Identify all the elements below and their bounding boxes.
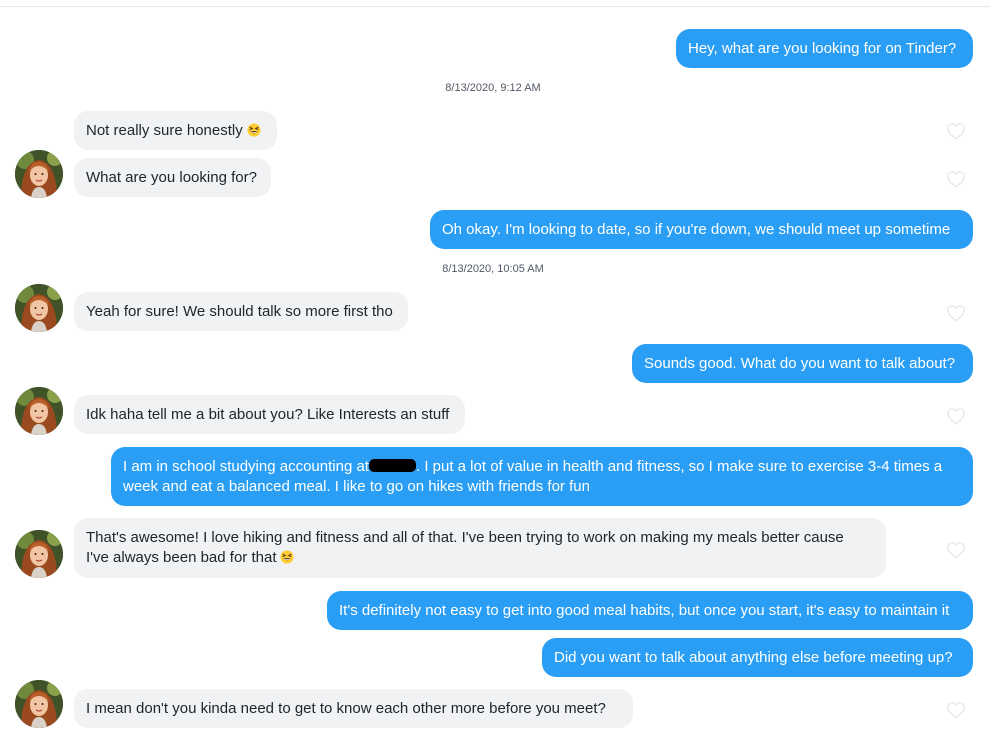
- timestamp: 8/13/2020, 9:12 AM: [445, 82, 541, 94]
- message-text: Hey, what are you looking for on Tinder?: [688, 40, 957, 57]
- timestamp: 8/13/2020, 10:05 AM: [442, 263, 544, 275]
- message-text: I mean don't you kinda need to get to kn…: [86, 700, 606, 717]
- message-text: Sounds good. What do you want to talk ab…: [644, 355, 956, 372]
- heart-outline-icon[interactable]: [946, 701, 966, 719]
- message-text: Idk haha tell me a bit about you? Like I…: [86, 406, 450, 423]
- message-incoming[interactable]: I mean don't you kinda need to get to kn…: [74, 689, 633, 728]
- message-incoming[interactable]: That's awesome! I love hiking and fitnes…: [74, 518, 886, 578]
- heart-outline-icon[interactable]: [946, 407, 966, 425]
- message-text: Not really sure honestly: [86, 122, 243, 139]
- match-avatar[interactable]: [15, 284, 63, 332]
- heart-outline-icon[interactable]: [946, 122, 966, 140]
- message-outgoing[interactable]: Sounds good. What do you want to talk ab…: [632, 344, 973, 383]
- message-incoming[interactable]: What are you looking for?: [74, 158, 271, 197]
- message-outgoing[interactable]: I am in school studying accounting at. I…: [111, 447, 973, 506]
- heart-outline-icon[interactable]: [946, 304, 966, 322]
- message-outgoing[interactable]: Did you want to talk about anything else…: [542, 638, 973, 677]
- message-text-start: I am in school studying accounting at: [123, 458, 369, 475]
- heart-outline-icon[interactable]: [946, 541, 966, 559]
- message-outgoing[interactable]: Oh okay. I'm looking to date, so if you'…: [430, 210, 973, 249]
- grinning-squint-emoji: [280, 550, 294, 564]
- match-avatar[interactable]: [15, 387, 63, 435]
- message-outgoing[interactable]: It's definitely not easy to get into goo…: [327, 591, 973, 630]
- message-outgoing[interactable]: Hey, what are you looking for on Tinder?: [676, 29, 973, 68]
- match-avatar[interactable]: [15, 150, 63, 198]
- header-divider: [0, 6, 990, 7]
- grinning-squint-emoji: [247, 123, 261, 137]
- heart-outline-icon[interactable]: [946, 170, 966, 188]
- message-text: Oh okay. I'm looking to date, so if you'…: [442, 221, 951, 238]
- message-text: Yeah for sure! We should talk so more fi…: [86, 303, 393, 320]
- message-incoming[interactable]: Idk haha tell me a bit about you? Like I…: [74, 395, 465, 434]
- match-avatar[interactable]: [15, 530, 63, 578]
- message-incoming[interactable]: Not really sure honestly: [74, 111, 277, 150]
- message-text: What are you looking for?: [86, 169, 257, 186]
- message-text: Did you want to talk about anything else…: [554, 649, 953, 666]
- match-avatar[interactable]: [15, 680, 63, 728]
- message-incoming[interactable]: Yeah for sure! We should talk so more fi…: [74, 292, 408, 331]
- redaction-mark: [368, 459, 416, 472]
- message-text: That's awesome! I love hiking and fitnes…: [86, 529, 844, 566]
- message-text: It's definitely not easy to get into goo…: [339, 602, 950, 619]
